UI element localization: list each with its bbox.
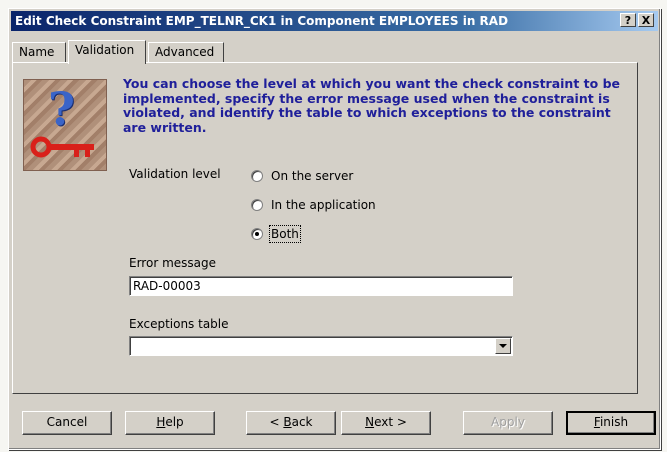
- radio-button[interactable]: [251, 170, 263, 182]
- next-mnemonic: N: [365, 415, 375, 429]
- apply-button[interactable]: Apply: [463, 411, 553, 435]
- radio-button-selected[interactable]: [251, 228, 263, 240]
- radio-in-application[interactable]: In the application: [251, 198, 376, 212]
- tab-name[interactable]: Name: [12, 42, 66, 62]
- back-mnemonic: B: [283, 415, 292, 429]
- help-label: elp: [165, 415, 184, 429]
- exceptions-table-label: Exceptions table: [129, 317, 229, 331]
- validation-level-label: Validation level: [129, 167, 221, 181]
- question-mark-icon: ?: [48, 82, 75, 136]
- radio-label: In the application: [271, 198, 376, 212]
- close-button[interactable]: X: [638, 13, 654, 27]
- radio-label: Both: [269, 225, 301, 243]
- window-title: Edit Check Constraint EMP_TELNR_CK1 in C…: [15, 14, 509, 28]
- back-prefix: <: [269, 415, 284, 429]
- next-label: ext >: [374, 415, 407, 429]
- error-message-label: Error message: [129, 256, 216, 270]
- next-button[interactable]: Next >: [341, 411, 431, 435]
- finish-label: inish: [599, 415, 629, 429]
- cancel-label: Cancel: [46, 415, 88, 429]
- constraint-key-picture: ?: [23, 79, 107, 171]
- error-message-input[interactable]: [129, 276, 513, 296]
- radio-on-server[interactable]: On the server: [251, 169, 353, 183]
- help-title-button[interactable]: ?: [620, 13, 636, 27]
- cancel-button[interactable]: Cancel: [22, 411, 112, 435]
- tab-validation[interactable]: Validation: [68, 40, 146, 64]
- title-bar[interactable]: Edit Check Constraint EMP_TELNR_CK1 in C…: [11, 11, 658, 31]
- radio-both[interactable]: Both: [251, 225, 301, 243]
- apply-label: Apply: [491, 415, 525, 429]
- validation-panel: ? You can choose the level at which you …: [12, 62, 638, 394]
- help-button[interactable]: Help: [125, 411, 215, 435]
- key-icon: [30, 136, 94, 158]
- back-button[interactable]: < Back: [246, 411, 336, 435]
- intro-text: You can choose the level at which you wa…: [123, 76, 620, 135]
- radio-label: On the server: [271, 169, 354, 183]
- chevron-down-icon[interactable]: [495, 338, 511, 354]
- finish-button[interactable]: Finish: [566, 411, 656, 435]
- back-label: ack: [291, 415, 313, 429]
- tab-advanced[interactable]: Advanced: [148, 42, 224, 62]
- help-mnemonic: H: [156, 415, 166, 429]
- radio-button[interactable]: [251, 199, 263, 211]
- exceptions-table-select[interactable]: [129, 336, 513, 356]
